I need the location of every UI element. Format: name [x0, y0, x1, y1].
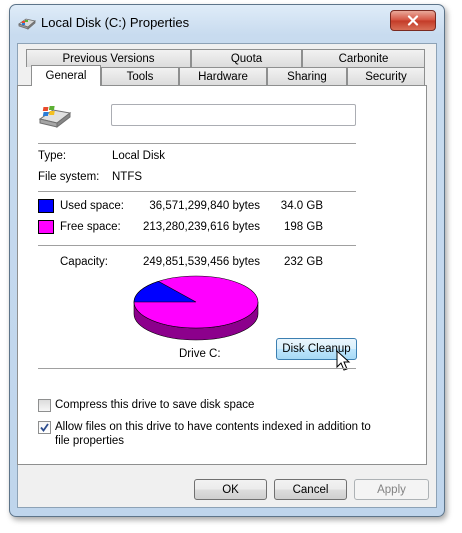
divider — [38, 143, 356, 144]
divider — [38, 191, 356, 192]
tab-quota[interactable]: Quota — [191, 49, 302, 67]
index-label: Allow files on this drive to have conten… — [55, 421, 371, 433]
tab-label: General — [45, 70, 87, 82]
tab-label: Quota — [230, 52, 263, 65]
tab-carbonite[interactable]: Carbonite — [302, 49, 425, 67]
cancel-button[interactable]: Cancel — [274, 479, 347, 500]
close-icon — [407, 15, 419, 26]
free-space-swatch — [38, 220, 54, 234]
file-system-value: NTFS — [112, 171, 143, 183]
tab-label: Sharing — [287, 70, 327, 83]
used-space-swatch — [38, 199, 54, 213]
drive-label-input[interactable] — [111, 104, 356, 126]
disk-usage-pie — [133, 275, 259, 341]
free-space-label: Free space: — [60, 221, 121, 233]
type-value: Local Disk — [112, 150, 166, 162]
ok-label: OK — [222, 483, 239, 496]
tab-general[interactable]: General — [31, 65, 101, 86]
free-space-gb: 198 GB — [284, 221, 323, 233]
drive-large-icon — [38, 106, 72, 129]
tab-tools[interactable]: Tools — [101, 67, 179, 85]
used-space-label: Used space: — [60, 200, 124, 212]
tab-label: Previous Versions — [62, 52, 155, 65]
divider — [38, 368, 356, 369]
tab-label: Tools — [126, 70, 154, 83]
tab-label: Carbonite — [338, 52, 389, 65]
file-system-label: File system: — [38, 171, 100, 183]
tab-label: Hardware — [198, 70, 248, 83]
check-icon — [40, 423, 49, 432]
capacity-gb: 232 GB — [284, 256, 323, 268]
type-label: Type: — [38, 150, 67, 162]
cancel-label: Cancel — [292, 483, 329, 496]
close-button[interactable] — [390, 10, 436, 31]
divider — [38, 245, 356, 246]
capacity-bytes: 249,851,539,456 bytes — [142, 256, 260, 268]
compress-label: Compress this drive to save disk space — [55, 399, 255, 411]
tab-sharing[interactable]: Sharing — [267, 67, 347, 85]
tab-security[interactable]: Security — [347, 67, 425, 85]
index-checkbox[interactable] — [38, 421, 51, 434]
apply-label: Apply — [377, 483, 406, 496]
drive-caption: Drive C: — [179, 348, 221, 360]
drive-icon — [18, 18, 36, 30]
used-space-gb: 34.0 GB — [280, 200, 323, 212]
free-space-bytes: 213,280,239,616 bytes — [142, 221, 260, 233]
tab-hardware[interactable]: Hardware — [179, 67, 267, 85]
capacity-label: Capacity: — [60, 256, 108, 268]
index-label-line2: file properties — [55, 435, 125, 447]
used-space-bytes: 36,571,299,840 bytes — [149, 200, 260, 212]
compress-checkbox[interactable] — [38, 399, 51, 412]
ok-button[interactable]: OK — [194, 479, 267, 500]
apply-button[interactable]: Apply — [354, 479, 429, 500]
tab-label: Security — [365, 70, 407, 83]
window-title: Local Disk (C:) Properties — [41, 15, 190, 30]
